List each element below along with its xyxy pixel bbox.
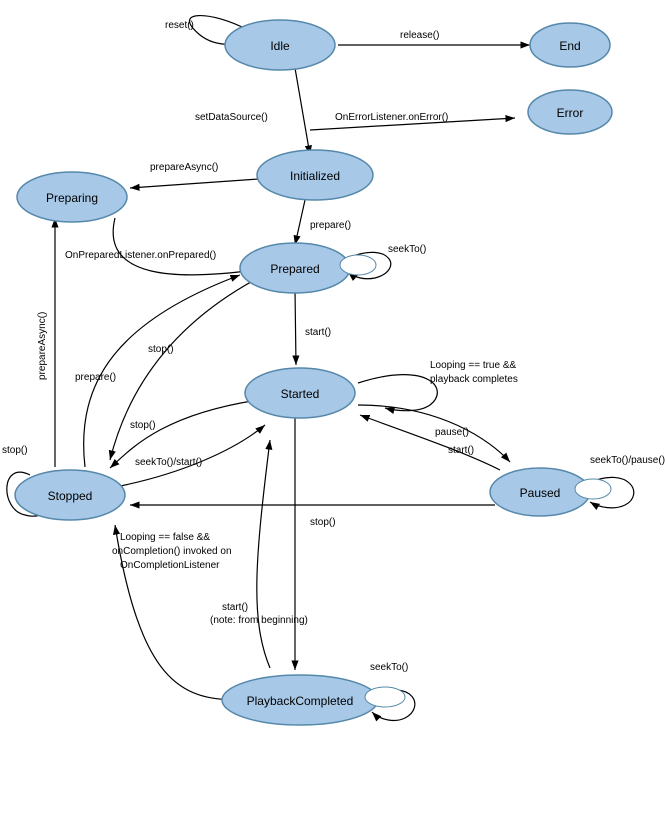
label-looping-true2: playback completes bbox=[430, 374, 518, 385]
label-looping-false3: OnCompletionListener bbox=[120, 560, 220, 571]
label-preparing: Preparing bbox=[46, 191, 98, 205]
arrow-start-paused bbox=[360, 415, 500, 470]
label-start-prepared: start() bbox=[305, 327, 331, 338]
label-start-playback2: (note: from beginning) bbox=[210, 615, 308, 626]
label-playbackcompleted: PlaybackCompleted bbox=[247, 694, 354, 708]
label-prepare-init: prepare() bbox=[310, 220, 351, 231]
label-error: Error bbox=[557, 106, 584, 120]
arrow-start-playback bbox=[257, 440, 270, 668]
arrow-stop-prepared bbox=[110, 278, 258, 460]
arrow-prepare-init bbox=[295, 200, 305, 245]
arrow-pause bbox=[358, 405, 510, 462]
label-prepared: Prepared bbox=[270, 262, 319, 276]
label-prepareasync-stopped: prepareAsync() bbox=[37, 312, 48, 380]
label-initialized: Initialized bbox=[290, 169, 340, 183]
label-looping-false: Looping == false && bbox=[120, 532, 210, 543]
label-looping-false2: onCompletion() invoked on bbox=[112, 546, 232, 557]
label-seekto-playback: seekTo() bbox=[370, 662, 408, 673]
label-prepare-stopped: prepare() bbox=[75, 372, 116, 383]
label-paused: Paused bbox=[520, 486, 561, 500]
arrow-prepareasync-init bbox=[130, 178, 273, 188]
label-stop-started: stop() bbox=[130, 420, 156, 431]
label-seekto-start: seekTo()/start() bbox=[135, 457, 202, 468]
label-release: release() bbox=[400, 30, 439, 41]
label-stop-stopped: stop() bbox=[2, 445, 28, 456]
label-onprepared: OnPreparedListener.onPrepared() bbox=[65, 250, 216, 261]
label-stopped: Stopped bbox=[48, 489, 93, 503]
state-diagram: reset() release() setDataSource() OnErro… bbox=[0, 0, 665, 813]
selfloop-paused bbox=[575, 479, 611, 499]
label-seekto-prepared: seekTo() bbox=[388, 244, 426, 255]
label-reset: reset() bbox=[165, 20, 194, 31]
label-stop-prepared: stop() bbox=[148, 344, 174, 355]
selfloop-playbackcompleted bbox=[365, 687, 405, 707]
label-started: Started bbox=[281, 387, 320, 401]
label-prepareasync-init: prepareAsync() bbox=[150, 162, 218, 173]
arrow-start-prepared bbox=[295, 290, 296, 365]
label-idle: Idle bbox=[270, 39, 290, 53]
label-stop-paused: stop() bbox=[310, 517, 336, 528]
selfloop-prepared bbox=[340, 255, 376, 275]
arrow-setdatasource bbox=[295, 68, 310, 155]
label-end: End bbox=[559, 39, 580, 53]
label-start-playback: start() bbox=[222, 602, 248, 613]
arrow-onprepared bbox=[113, 218, 255, 275]
label-setdatasource: setDataSource() bbox=[195, 112, 268, 123]
label-start-paused: start() bbox=[448, 445, 474, 456]
label-looping-true: Looping == true && bbox=[430, 360, 517, 371]
label-seekto-paused: seekTo()/pause() bbox=[590, 455, 665, 466]
label-onerror: OnErrorListener.onError() bbox=[335, 112, 448, 123]
label-pause: pause() bbox=[435, 427, 469, 438]
